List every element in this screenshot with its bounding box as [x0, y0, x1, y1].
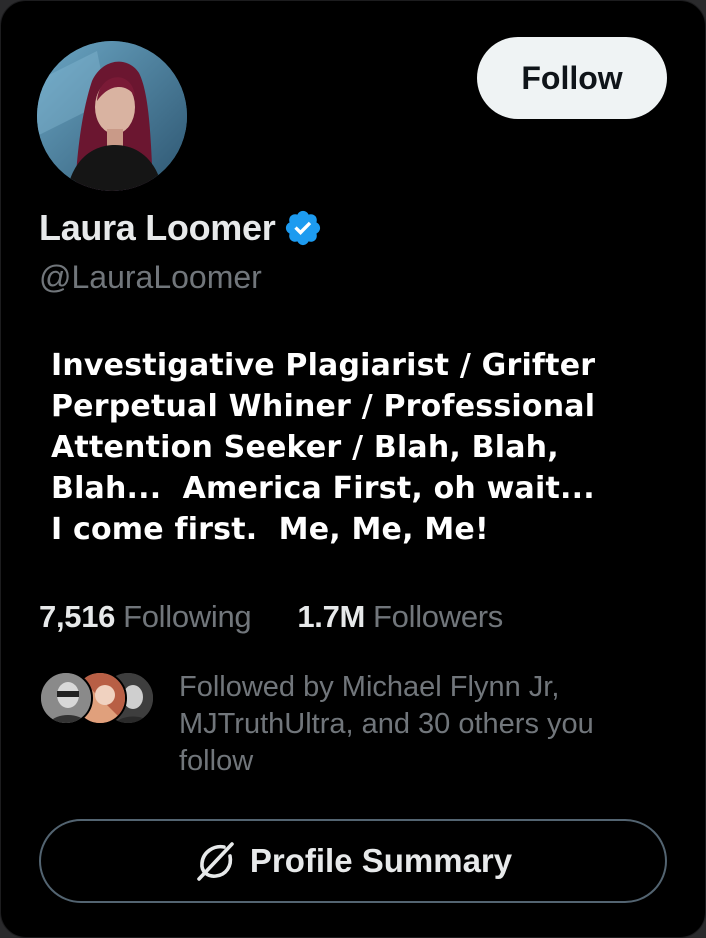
profile-stats: 7,516 Following 1.7M Followers	[39, 599, 503, 635]
followed-by-avatars	[39, 671, 159, 727]
verified-badge-icon	[283, 208, 323, 248]
profile-summary-label: Profile Summary	[249, 842, 513, 879]
profile-bio: Investigative Plagiarist / Grifter Perpe…	[51, 348, 596, 547]
follow-button[interactable]: Follow	[477, 37, 667, 119]
profile-handle[interactable]: @LauraLoomer	[39, 259, 262, 296]
followers-label: Followers	[373, 599, 503, 634]
following-label: Following	[123, 599, 252, 634]
followers-count: 1.7M	[297, 599, 366, 634]
display-name[interactable]: Laura Loomer	[39, 207, 276, 249]
profile-summary-button[interactable]: Profile Summary	[39, 819, 667, 903]
profile-avatar[interactable]	[37, 41, 187, 191]
following-stat[interactable]: 7,516 Following	[39, 599, 252, 635]
follower-avatar	[39, 671, 93, 725]
profile-hover-card: Follow Laura Loomer @LauraLoomer Investi…	[0, 0, 706, 938]
grok-slash-icon	[194, 839, 238, 883]
followed-by-text: Followed by Michael Flynn Jr, MJTruthUlt…	[179, 671, 594, 777]
name-row: Laura Loomer	[39, 207, 323, 249]
followers-stat[interactable]: 1.7M Followers	[297, 599, 503, 635]
following-count: 7,516	[39, 599, 116, 634]
